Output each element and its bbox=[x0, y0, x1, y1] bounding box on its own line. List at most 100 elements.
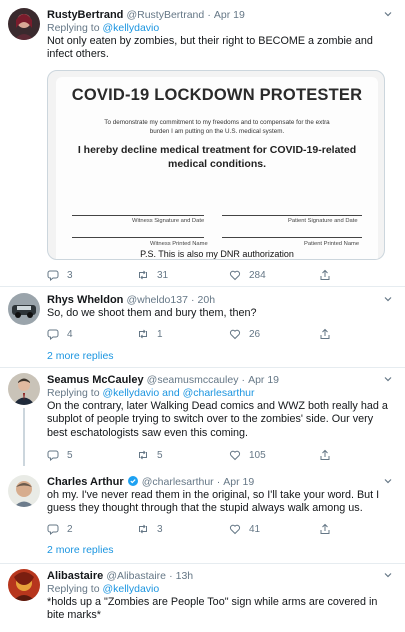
user-handle[interactable]: @charlesarthur bbox=[142, 476, 214, 488]
like-count: 284 bbox=[249, 269, 266, 281]
display-name[interactable]: Rhys Wheldon bbox=[47, 294, 123, 306]
reply-button[interactable]: 3 bbox=[47, 268, 73, 282]
share-icon bbox=[320, 269, 330, 280]
tweet-text: Not only eaten by zombies, but their rig… bbox=[47, 35, 373, 61]
heart-icon bbox=[229, 524, 241, 535]
replying-to: Replying to @kellydavio and @charlesarth… bbox=[47, 387, 395, 400]
display-name[interactable]: RustyBertrand bbox=[47, 9, 123, 21]
document-ps: P.S. This is also my DNR authorization bbox=[140, 249, 294, 259]
separator-dot: · bbox=[241, 374, 246, 386]
witness-name-label: Witness Printed Name bbox=[150, 241, 208, 247]
avatar[interactable] bbox=[8, 293, 40, 325]
more-replies-link[interactable]: 2 more replies bbox=[47, 544, 114, 556]
attached-image[interactable]: COVID-19 LOCKDOWN PROTESTER To demonstra… bbox=[47, 70, 385, 260]
tweet-actions: 2 3 41 bbox=[47, 522, 347, 536]
signature-line bbox=[72, 215, 204, 216]
tweet-alibastaire[interactable]: Alibastaire @Alibastaire · 13h Replying … bbox=[0, 564, 405, 632]
share-button[interactable] bbox=[319, 448, 339, 462]
timestamp[interactable]: Apr 19 bbox=[214, 9, 245, 21]
thread-connector bbox=[23, 408, 25, 466]
verified-badge-icon bbox=[127, 476, 138, 486]
retweet-button[interactable]: 31 bbox=[137, 268, 168, 282]
retweet-button[interactable]: 1 bbox=[137, 327, 163, 341]
user-handle[interactable]: @wheldo137 bbox=[126, 294, 187, 306]
like-count: 41 bbox=[249, 523, 261, 535]
timestamp[interactable]: Apr 19 bbox=[223, 476, 254, 488]
separator-dot: · bbox=[216, 476, 221, 488]
signature-line bbox=[222, 237, 362, 238]
timestamp[interactable]: Apr 19 bbox=[248, 374, 279, 386]
witness-signature-label: Witness Signature and Date bbox=[132, 218, 205, 224]
tweet-text: *holds up a "Zombies are People Too" sig… bbox=[47, 596, 378, 622]
tweet-text: So, do we shoot them and bury them, then… bbox=[47, 307, 257, 319]
retweet-icon bbox=[139, 270, 147, 280]
replying-prefix: Replying to bbox=[47, 22, 100, 34]
like-button[interactable]: 105 bbox=[229, 448, 266, 462]
timestamp[interactable]: 13h bbox=[176, 570, 194, 582]
reply-count: 5 bbox=[67, 449, 73, 461]
tweet-charles-arthur[interactable]: Charles Arthur @charlesarthur · Apr 19 o… bbox=[0, 470, 405, 562]
tweet-actions: 3 31 284 bbox=[47, 268, 347, 282]
document-subtitle: To demonstrate my commitment to my freed… bbox=[104, 119, 330, 135]
reply-button[interactable]: 2 bbox=[47, 522, 73, 536]
document-paper: COVID-19 LOCKDOWN PROTESTER To demonstra… bbox=[56, 77, 378, 259]
like-count: 105 bbox=[249, 449, 266, 461]
retweet-count: 31 bbox=[157, 269, 169, 281]
replying-to-link[interactable]: @kellydavio and @charlesarthur bbox=[102, 387, 254, 399]
display-name[interactable]: Alibastaire bbox=[47, 570, 103, 582]
like-count: 26 bbox=[249, 328, 261, 340]
retweet-count: 1 bbox=[157, 328, 163, 340]
signature-line bbox=[222, 215, 362, 216]
reply-count: 4 bbox=[67, 328, 73, 340]
more-replies-link[interactable]: 2 more replies bbox=[47, 350, 114, 362]
avatar[interactable] bbox=[8, 569, 40, 601]
retweet-icon bbox=[139, 450, 147, 460]
retweet-button[interactable]: 5 bbox=[137, 448, 163, 462]
chevron-down-icon[interactable] bbox=[383, 294, 393, 304]
heart-icon bbox=[229, 270, 241, 281]
reply-button[interactable]: 5 bbox=[47, 448, 73, 462]
document-declaration: I hereby decline medical treatment for C… bbox=[77, 144, 357, 170]
replying-to-link[interactable]: @kellydavio bbox=[102, 583, 159, 595]
replying-prefix: Replying to bbox=[47, 583, 100, 595]
share-button[interactable] bbox=[319, 268, 339, 282]
reply-button[interactable]: 4 bbox=[47, 327, 73, 341]
avatar[interactable] bbox=[8, 8, 40, 40]
avatar[interactable] bbox=[8, 373, 40, 405]
timestamp[interactable]: 20h bbox=[198, 294, 216, 306]
user-handle[interactable]: @Alibastaire bbox=[106, 570, 166, 582]
replying-to-link[interactable]: @kellydavio bbox=[102, 22, 159, 34]
tweet-rhys-wheldon[interactable]: Rhys Wheldon @wheldo137 · 20h So, do we … bbox=[0, 287, 405, 367]
user-handle[interactable]: @RustyBertrand bbox=[126, 9, 204, 21]
avatar[interactable] bbox=[8, 475, 40, 507]
chevron-down-icon[interactable] bbox=[383, 374, 393, 384]
tweet-text: oh my. I've never read them in the origi… bbox=[47, 489, 380, 515]
like-button[interactable]: 26 bbox=[229, 327, 260, 341]
like-button[interactable]: 284 bbox=[229, 268, 266, 282]
separator-dot: · bbox=[169, 570, 173, 582]
chevron-down-icon[interactable] bbox=[383, 9, 393, 19]
share-icon bbox=[320, 328, 330, 339]
signature-line bbox=[72, 237, 204, 238]
share-icon bbox=[320, 523, 330, 534]
user-handle[interactable]: @seamusmccauley bbox=[147, 374, 239, 386]
patient-name-label: Patient Printed Name bbox=[304, 241, 360, 247]
separator-dot: · bbox=[207, 9, 211, 21]
display-name[interactable]: Seamus McCauley bbox=[47, 374, 144, 386]
reply-icon bbox=[47, 450, 59, 461]
share-button[interactable] bbox=[319, 327, 339, 341]
share-icon bbox=[320, 449, 330, 460]
reply-icon bbox=[47, 524, 59, 535]
display-name[interactable]: Charles Arthur bbox=[47, 476, 124, 488]
heart-icon bbox=[229, 450, 241, 461]
like-button[interactable]: 41 bbox=[229, 522, 260, 536]
reply-icon bbox=[47, 329, 59, 340]
tweet-seamus-mccauley[interactable]: Seamus McCauley @seamusmccauley · Apr 19… bbox=[0, 368, 405, 466]
chevron-down-icon[interactable] bbox=[383, 476, 393, 486]
tweet-rustybertrand[interactable]: RustyBertrand @RustyBertrand · Apr 19 Re… bbox=[0, 0, 405, 285]
retweet-button[interactable]: 3 bbox=[137, 522, 163, 536]
retweet-count: 5 bbox=[157, 449, 163, 461]
retweet-icon bbox=[139, 329, 147, 339]
chevron-down-icon[interactable] bbox=[383, 570, 393, 580]
share-button[interactable] bbox=[319, 522, 339, 536]
